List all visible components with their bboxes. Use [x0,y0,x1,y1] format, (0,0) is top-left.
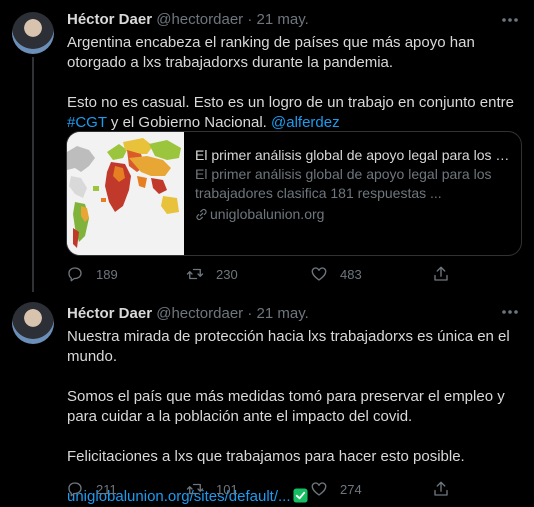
card-body: El primer análisis global de apoyo legal… [195,146,513,224]
avatar[interactable] [12,12,54,54]
timestamp[interactable]: 21 may. [257,305,309,322]
tweet-header: Héctor Daer @hectordaer · 21 may. [67,10,309,30]
more-icon[interactable] [500,302,520,322]
tweet-text: Argentina encabeza el ranking de países … [67,33,522,133]
link-card[interactable]: El primer análisis global de apoyo legal… [66,131,522,256]
reply-button[interactable]: 189 [66,265,118,283]
like-count: 274 [340,481,362,497]
retweet-button[interactable]: 230 [186,265,238,283]
author-name[interactable]: Héctor Daer [67,305,152,322]
reply-count: 189 [96,266,118,282]
tweet-2[interactable]: Héctor Daer @hectordaer · 21 may. Nuestr… [0,292,534,505]
share-icon [434,481,448,496]
timestamp[interactable]: 21 may. [257,11,309,28]
like-count: 483 [340,266,362,282]
link-icon [196,208,207,221]
retweet-icon [186,483,204,495]
tweet-paragraph: Felicitaciones a lxs que trabajamos para… [67,448,465,465]
share-button[interactable] [432,265,462,283]
world-map-image [67,132,184,255]
card-description: El primer análisis global de apoyo legal… [195,166,492,201]
tweet-paragraph: Argentina encabeza el ranking de países … [67,34,475,71]
thread-line [32,57,34,292]
share-icon [434,266,448,281]
reply-button[interactable]: 211 [66,480,117,498]
tweet-paragraph: Nuestra mirada de protección hacia lxs t… [67,328,510,365]
card-domain: uniglobalunion.org [195,205,513,224]
author-handle[interactable]: @hectordaer [156,305,243,322]
tweet-text-part: Esto no es casual. Esto es un logro de u… [67,94,514,111]
like-button[interactable]: 274 [310,480,362,498]
separator: · [243,11,257,28]
share-button[interactable] [432,480,462,498]
author-handle[interactable]: @hectordaer [156,11,243,28]
tweet-header: Héctor Daer @hectordaer · 21 may. [67,304,309,324]
retweet-count: 230 [216,266,238,282]
more-icon[interactable] [500,10,520,30]
tweet-paragraph: Esto no es casual. Esto es un logro de u… [67,93,522,133]
card-image [67,132,184,255]
card-domain-text: uniglobalunion.org [210,206,325,222]
author-name[interactable]: Héctor Daer [67,11,152,28]
reply-count: 211 [96,481,117,497]
retweet-count: 101 [216,481,238,497]
reply-icon [68,482,82,497]
card-title: El primer análisis global de apoyo legal… [195,147,513,163]
hashtag-link[interactable]: #CGT [67,114,107,131]
reply-icon [68,267,82,282]
like-button[interactable]: 483 [310,265,362,283]
retweet-icon [186,268,204,280]
like-icon [311,482,327,496]
separator: · [243,305,257,322]
avatar[interactable] [12,302,54,344]
tweet-1[interactable]: Héctor Daer @hectordaer · 21 may. Argent… [0,0,534,292]
like-icon [311,267,327,281]
retweet-button[interactable]: 101 [186,480,238,498]
mention-link[interactable]: @alferdez [271,114,340,131]
tweet-paragraph: Somos el país que más medidas tomó para … [67,388,505,425]
tweet-text-part: y el Gobierno Nacional. [106,114,271,131]
tweet-actions: 211 101 274 [66,480,456,500]
tweet-actions: 189 230 483 [66,265,456,285]
